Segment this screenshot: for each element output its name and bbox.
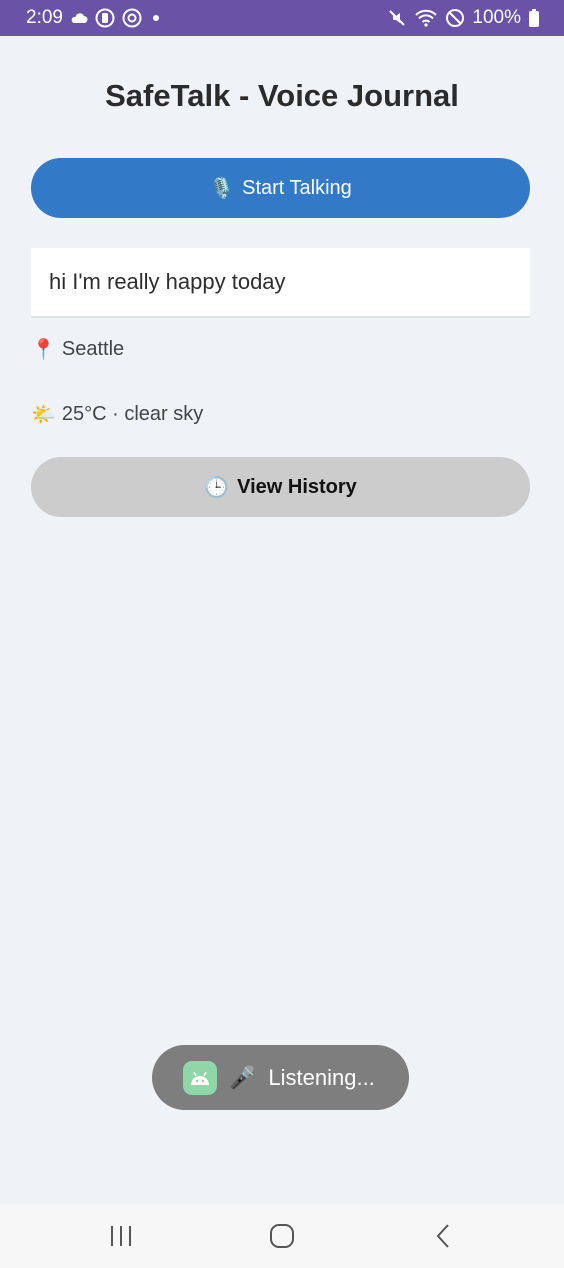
battery-icon [528, 8, 540, 28]
dot-icon [149, 11, 163, 25]
status-right: 100% [387, 7, 540, 29]
back-icon[interactable] [413, 1211, 473, 1261]
view-history-label: View History [237, 475, 357, 498]
wifi-icon [414, 8, 438, 28]
toast-text: Listening... [268, 1064, 375, 1090]
start-talking-label: Start Talking [242, 176, 352, 199]
home-icon[interactable] [252, 1211, 312, 1261]
view-history-button[interactable]: 🕒 View History [31, 457, 530, 517]
status-bar: 2:09 100% [0, 0, 564, 36]
cloud-icon [70, 12, 88, 24]
recents-icon[interactable] [91, 1211, 151, 1261]
weather-icon: 🌤️ [31, 404, 56, 426]
battery-percent: 100% [472, 7, 521, 28]
location-row: 📍 Seattle [31, 337, 124, 362]
start-talking-button[interactable]: 🎙️ Start Talking [31, 158, 530, 218]
microphone-icon: 🎙️ [209, 177, 235, 200]
android-icon [183, 1060, 217, 1095]
page-title: SafeTalk - Voice Journal [105, 78, 459, 113]
weather-row: 🌤️ 25°C · clear sky [31, 402, 203, 427]
transcript-box: hi I'm really happy today [31, 248, 530, 318]
toast-mic-icon: 🎤 [229, 1064, 257, 1090]
app-circle-icon [95, 8, 115, 28]
mute-icon [387, 8, 407, 28]
listening-toast: 🎤 Listening... [152, 1045, 409, 1110]
dnd-icon [445, 8, 465, 28]
location-pin-icon: 📍 [31, 339, 56, 361]
status-time: 2:09 [26, 7, 63, 28]
weather-text: 25°C · clear sky [61, 403, 204, 425]
sync-circle-icon [122, 8, 142, 28]
clock-icon: 🕒 [204, 476, 230, 499]
location-text: Seattle [61, 338, 125, 360]
navigation-bar [0, 1204, 564, 1268]
status-left: 2:09 [26, 7, 163, 29]
